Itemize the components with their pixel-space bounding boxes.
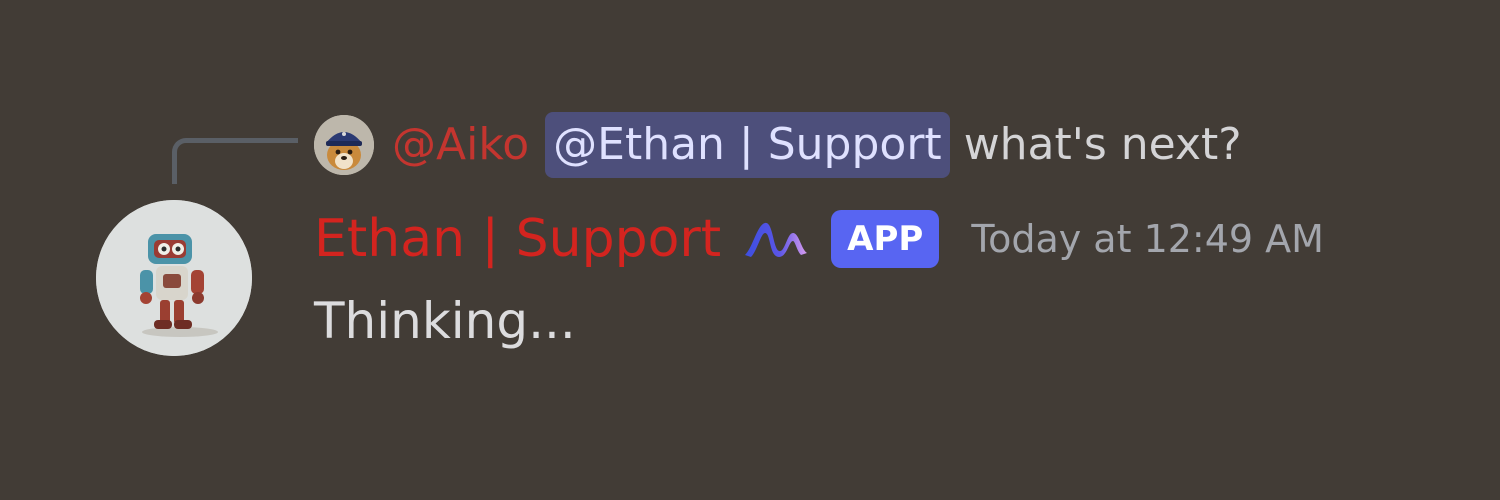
reply-reference[interactable]: @Aiko @Ethan | Support what's next?: [314, 112, 1242, 178]
wave-role-icon[interactable]: [743, 219, 809, 259]
reply-connector-line: [172, 138, 298, 184]
reply-author-name[interactable]: @Aiko: [392, 112, 529, 178]
app-badge: APP: [831, 210, 940, 268]
robot-avatar-icon: [96, 200, 252, 356]
dog-with-cap-avatar-icon: [314, 115, 374, 175]
message-author-avatar[interactable]: [96, 200, 252, 356]
reply-message-text: what's next?: [963, 119, 1242, 170]
message-header: Ethan | Support APP Today at 12:49 AM: [314, 204, 1324, 274]
message-timestamp[interactable]: Today at 12:49 AM: [971, 204, 1324, 274]
user-mention[interactable]: @Ethan | Support: [545, 112, 950, 178]
message-author-name[interactable]: Ethan | Support: [314, 204, 721, 274]
message-content: Thinking...: [314, 292, 576, 350]
reply-author-avatar[interactable]: [314, 115, 374, 175]
